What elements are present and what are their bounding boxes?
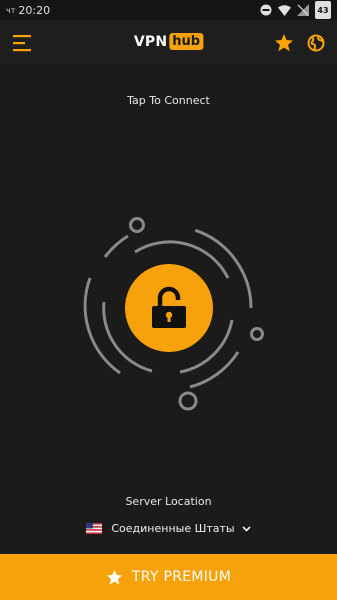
- connect-area: [60, 190, 280, 430]
- wifi-icon: [278, 4, 291, 16]
- try-premium-button[interactable]: TRY PREMIUM: [0, 554, 337, 600]
- status-day: чт: [6, 5, 16, 15]
- chevron-down-icon: [242, 525, 251, 532]
- server-location-selector[interactable]: Соединенные Штаты: [0, 522, 337, 535]
- globe-icon: [307, 34, 325, 52]
- do-not-disturb-icon: [260, 4, 272, 16]
- vpn-screen: чт 20:20 43 VPN hub Tap To Connect Serve…: [0, 0, 337, 600]
- try-premium-label: TRY PREMIUM: [131, 569, 232, 585]
- menu-button[interactable]: [12, 33, 34, 53]
- us-flag-icon: [86, 523, 103, 534]
- app-bar: VPN hub: [0, 20, 337, 66]
- tap-to-connect-label: Tap To Connect: [127, 94, 210, 107]
- logo-vpn: VPN: [133, 33, 168, 50]
- logo-hub: hub: [169, 33, 204, 50]
- star-icon: [275, 34, 293, 52]
- menu-icon: [13, 35, 31, 52]
- unlocked-lock-icon: [152, 286, 186, 328]
- favorites-button[interactable]: [274, 33, 294, 53]
- status-bar: чт 20:20 43: [0, 0, 337, 20]
- star-icon: [106, 569, 123, 584]
- location-globe-button[interactable]: [306, 33, 326, 53]
- cellular-off-icon: [297, 4, 309, 16]
- app-logo: VPN hub: [133, 33, 204, 50]
- status-icons: 43: [260, 1, 331, 19]
- server-location-label: Server Location: [125, 495, 212, 508]
- status-time: 20:20: [18, 3, 51, 17]
- server-location-value: Соединенные Штаты: [111, 522, 235, 535]
- battery-indicator: 43: [315, 1, 331, 19]
- connect-button[interactable]: [125, 264, 213, 352]
